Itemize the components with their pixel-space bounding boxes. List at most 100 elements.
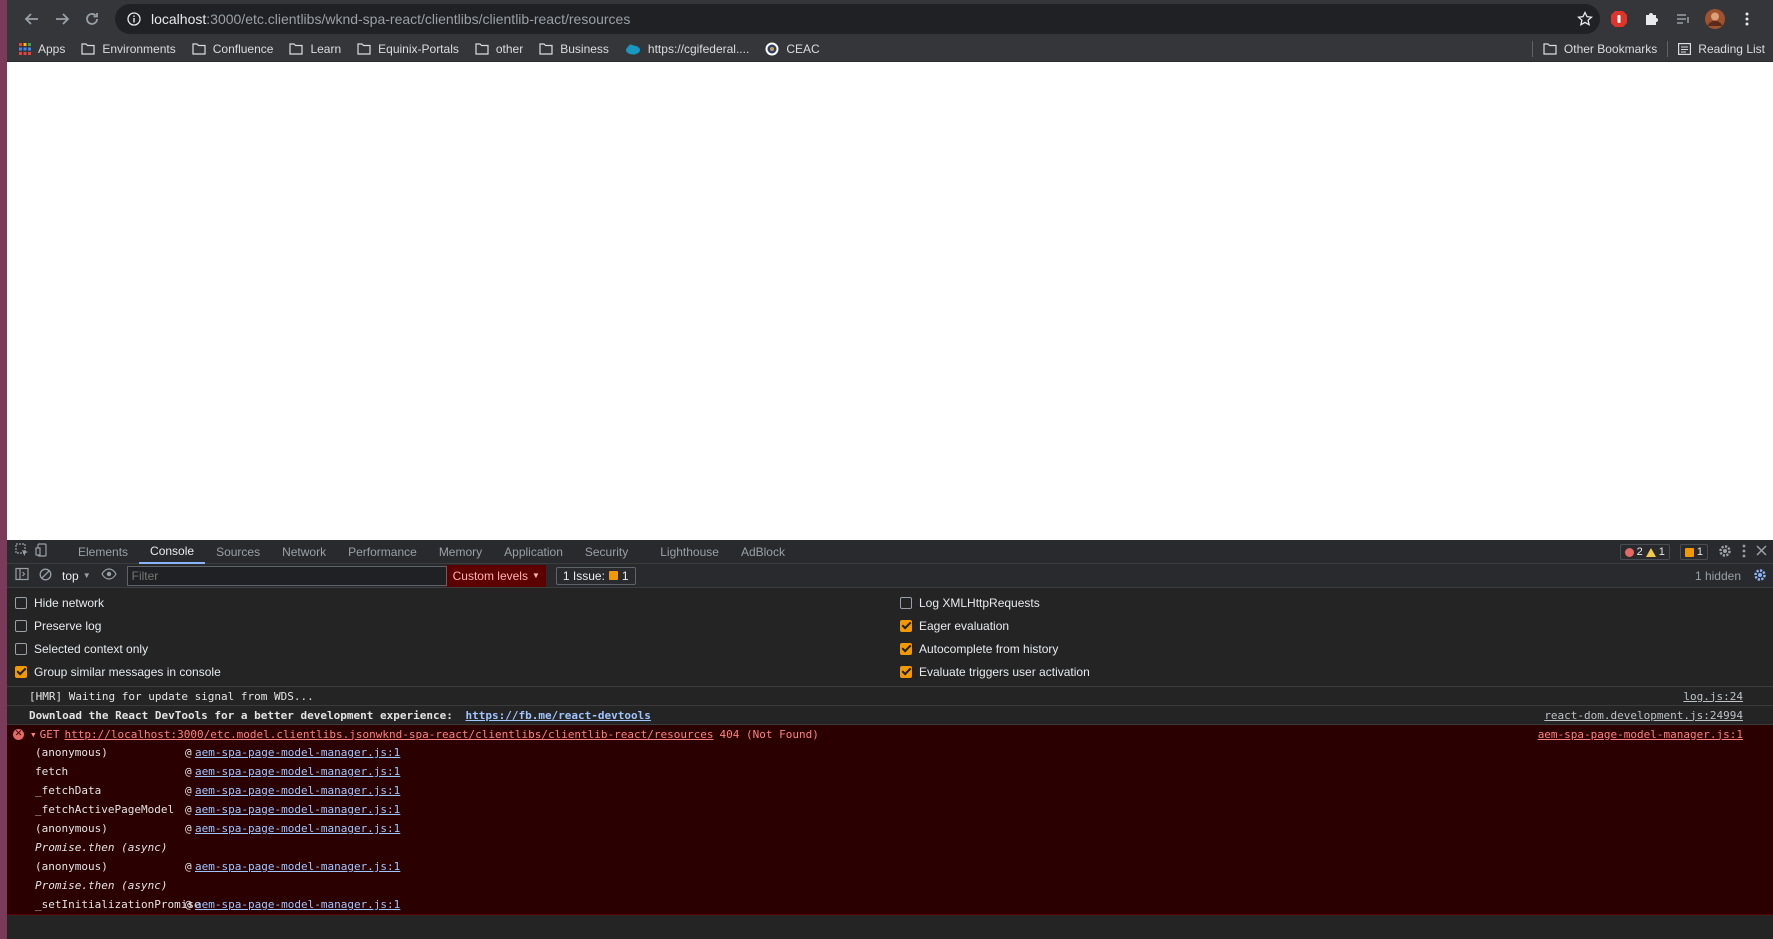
frame-link[interactable]: aem-spa-page-model-manager.js:1 bbox=[195, 860, 400, 873]
adblock-extension-icon[interactable] bbox=[1606, 6, 1632, 32]
back-button[interactable] bbox=[17, 4, 47, 34]
console-settings-gear-icon[interactable] bbox=[1753, 568, 1767, 585]
log-levels-dropdown[interactable]: Custom levels ▼ bbox=[446, 564, 546, 587]
clear-console-icon[interactable] bbox=[39, 568, 52, 584]
option-label: Evaluate triggers user activation bbox=[919, 664, 1090, 679]
option-hide-network[interactable]: Hide network bbox=[7, 591, 892, 614]
stack-frame: fetch @ aem-spa-page-model-manager.js:1 bbox=[7, 762, 1773, 781]
checkbox-checked[interactable] bbox=[900, 642, 912, 655]
option-log-xhr[interactable]: Log XMLHttpRequests bbox=[892, 591, 1773, 614]
device-toolbar-icon[interactable] bbox=[35, 543, 49, 560]
tab-performance[interactable]: Performance bbox=[337, 540, 428, 564]
folder-icon bbox=[357, 43, 371, 55]
bookmark-cgifederal[interactable]: https://cgifederal.... bbox=[625, 42, 749, 56]
frame-link[interactable]: aem-spa-page-model-manager.js:1 bbox=[195, 803, 400, 816]
checkbox[interactable] bbox=[15, 596, 27, 609]
stack-frame-async: Promise.then (async) bbox=[7, 876, 1773, 895]
forward-button[interactable] bbox=[47, 4, 77, 34]
option-autocomplete-history[interactable]: Autocomplete from history bbox=[892, 637, 1773, 660]
option-eager-evaluation[interactable]: Eager evaluation bbox=[892, 614, 1773, 637]
reload-button[interactable] bbox=[77, 4, 107, 34]
kebab-menu-icon[interactable] bbox=[1734, 6, 1760, 32]
error-header[interactable]: ✕ ▾ GET http://localhost:3000/etc.model.… bbox=[7, 725, 1773, 743]
error-source-link[interactable]: aem-spa-page-model-manager.js:1 bbox=[1538, 728, 1743, 741]
other-bookmarks-folder[interactable]: Other Bookmarks bbox=[1543, 42, 1657, 56]
issues-badge-count: 1 bbox=[1696, 546, 1703, 558]
tab-memory[interactable]: Memory bbox=[428, 540, 493, 564]
bookmark-folder-equinix-portals[interactable]: Equinix-Portals bbox=[357, 42, 459, 56]
frame-link[interactable]: aem-spa-page-model-manager.js:1 bbox=[195, 765, 400, 778]
live-expression-eye-icon[interactable] bbox=[100, 568, 117, 583]
checkbox-checked[interactable] bbox=[900, 665, 912, 678]
media-queue-icon[interactable] bbox=[1670, 6, 1696, 32]
tab-network[interactable]: Network bbox=[271, 540, 337, 564]
info-icon bbox=[127, 11, 141, 26]
frame-link[interactable]: aem-spa-page-model-manager.js:1 bbox=[195, 784, 400, 797]
issues-button[interactable]: 1 Issue: 1 bbox=[555, 566, 636, 585]
bookmark-label: https://cgifederal.... bbox=[647, 42, 750, 56]
sidebar-toggle-icon[interactable] bbox=[15, 567, 29, 584]
devtools-menu-icon[interactable] bbox=[1742, 544, 1746, 561]
react-devtools-link[interactable]: https://fb.me/react-devtools bbox=[465, 709, 650, 722]
bookmark-apps[interactable]: Apps bbox=[19, 42, 65, 56]
option-preserve-log[interactable]: Preserve log bbox=[7, 614, 892, 637]
frame-at: @ bbox=[185, 822, 192, 835]
message-source-link[interactable]: log.js:24 bbox=[1683, 690, 1743, 703]
bookmark-star-icon[interactable] bbox=[1570, 10, 1600, 27]
message-source-link[interactable]: react-dom.development.js:24994 bbox=[1544, 709, 1743, 722]
console-filter-input[interactable] bbox=[126, 565, 447, 586]
address-bar[interactable]: localhost:3000/etc.clientlibs/wknd-spa-r… bbox=[115, 3, 1600, 34]
tab-adblock[interactable]: AdBlock bbox=[730, 540, 796, 564]
bookmark-folder-other[interactable]: other bbox=[475, 42, 523, 56]
tab-application[interactable]: Application bbox=[493, 540, 574, 564]
frame-link[interactable]: aem-spa-page-model-manager.js:1 bbox=[195, 822, 400, 835]
checkbox[interactable] bbox=[15, 619, 27, 632]
divider bbox=[1531, 41, 1533, 57]
option-selected-context-only[interactable]: Selected context only bbox=[7, 637, 892, 660]
checkbox[interactable] bbox=[900, 596, 912, 609]
bookmark-label: CEAC bbox=[786, 42, 820, 56]
frame-at: @ bbox=[185, 746, 192, 759]
tab-elements[interactable]: Elements bbox=[67, 540, 139, 564]
issue-icon bbox=[608, 571, 618, 580]
bookmark-folder-business[interactable]: Business bbox=[539, 42, 609, 56]
error-x-icon: ✕ bbox=[13, 728, 24, 740]
folder-icon bbox=[289, 43, 304, 55]
inspect-element-icon[interactable] bbox=[15, 543, 29, 560]
option-evaluate-triggers[interactable]: Evaluate triggers user activation bbox=[892, 660, 1773, 683]
tab-security[interactable]: Security bbox=[574, 540, 639, 564]
checkbox-checked[interactable] bbox=[15, 665, 27, 678]
frame-function: _fetchActivePageModel bbox=[35, 803, 175, 816]
close-icon[interactable] bbox=[1756, 545, 1767, 559]
issues-counter[interactable]: 1 bbox=[1679, 544, 1708, 560]
checkbox-checked[interactable] bbox=[900, 619, 912, 632]
tab-sources[interactable]: Sources bbox=[205, 540, 271, 564]
error-warning-counter[interactable]: 2 1 bbox=[1619, 544, 1670, 560]
checkbox[interactable] bbox=[15, 642, 27, 655]
bookmark-folder-learn[interactable]: Learn bbox=[289, 42, 341, 56]
folder-icon bbox=[1543, 43, 1557, 55]
folder-icon bbox=[81, 43, 95, 55]
gear-icon[interactable] bbox=[1718, 544, 1732, 561]
bookmark-ceac[interactable]: CEAC bbox=[765, 42, 820, 56]
option-group-similar[interactable]: Group similar messages in console bbox=[7, 660, 892, 683]
bookmark-folder-environments[interactable]: Environments bbox=[81, 42, 176, 56]
option-label: Eager evaluation bbox=[919, 618, 1010, 633]
frame-at: @ bbox=[185, 765, 192, 778]
bookmark-label: Apps bbox=[38, 42, 66, 56]
page-viewport[interactable] bbox=[7, 62, 1773, 540]
expand-triangle-icon[interactable]: ▾ bbox=[30, 728, 37, 741]
option-label: Group similar messages in console bbox=[34, 664, 221, 679]
frame-link[interactable]: aem-spa-page-model-manager.js:1 bbox=[195, 746, 400, 759]
reading-list-button[interactable]: Reading List bbox=[1678, 42, 1765, 56]
profile-avatar[interactable] bbox=[1702, 6, 1728, 32]
tab-lighthouse[interactable]: Lighthouse bbox=[639, 540, 730, 564]
request-url-link[interactable]: http://localhost:3000/etc.model.clientli… bbox=[65, 728, 714, 741]
bookmark-folder-confluence[interactable]: Confluence bbox=[192, 42, 273, 56]
tab-console[interactable]: Console bbox=[139, 540, 206, 564]
frame-function: fetch bbox=[35, 765, 69, 778]
puzzle-extensions-icon[interactable] bbox=[1638, 6, 1664, 32]
stack-frame: _fetchData @ aem-spa-page-model-manager.js… bbox=[7, 781, 1773, 800]
context-selector[interactable]: top ▼ bbox=[62, 569, 91, 583]
frame-link[interactable]: aem-spa-page-model-manager.js:1 bbox=[195, 898, 400, 911]
